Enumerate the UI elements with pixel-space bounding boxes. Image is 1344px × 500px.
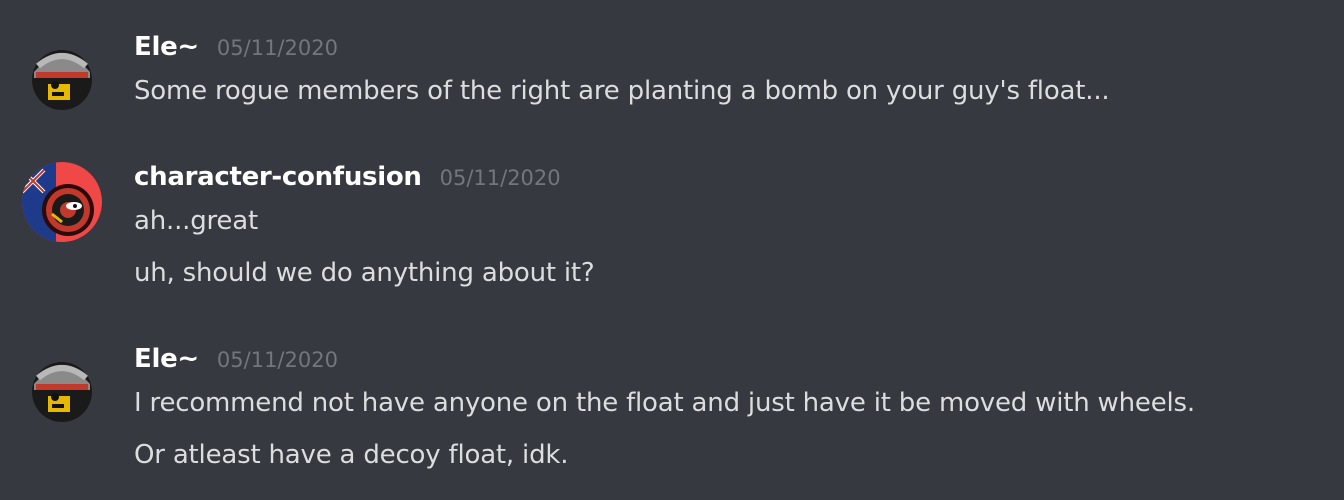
timestamp: 05/11/2020 <box>216 348 338 372</box>
user-avatar[interactable] <box>22 344 102 424</box>
user-avatar[interactable] <box>22 162 102 242</box>
username[interactable]: Ele~ <box>134 32 199 62</box>
message-text: ah...great <box>134 206 258 236</box>
soldier-ball-avatar-icon <box>22 344 102 424</box>
message-text: Or atleast have a decoy float, idk. <box>134 440 569 470</box>
timestamp: 05/11/2020 <box>439 166 561 190</box>
user-avatar[interactable] <box>22 32 102 112</box>
soldier-ball-avatar-icon <box>22 32 102 112</box>
message-header: Ele~ 05/11/2020 <box>134 344 338 380</box>
username[interactable]: character-confusion <box>134 162 422 192</box>
chat-message-list: Ele~ 05/11/2020 Some rogue members of th… <box>0 0 1344 500</box>
timestamp: 05/11/2020 <box>216 36 338 60</box>
message-text: I recommend not have anyone on the float… <box>134 388 1195 418</box>
username[interactable]: Ele~ <box>134 344 199 374</box>
message-header: character-confusion 05/11/2020 <box>134 162 561 198</box>
message-text: Some rogue members of the right are plan… <box>134 76 1110 106</box>
message-text: uh, should we do anything about it? <box>134 258 595 288</box>
countryball-avatar-icon <box>22 162 102 242</box>
message-header: Ele~ 05/11/2020 <box>134 32 338 68</box>
